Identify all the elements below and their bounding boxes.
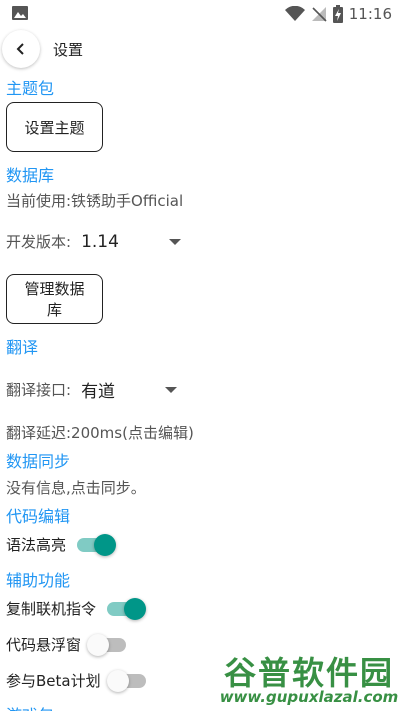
copy-online-cmd-row: 复制联机指令 [6, 596, 147, 620]
syntax-highlight-switch[interactable] [74, 532, 117, 556]
translation-api-dropdown[interactable]: 有道 [81, 377, 178, 402]
translation-delay-text[interactable]: 翻译延迟:200ms(点击编辑) [6, 422, 194, 443]
status-time: 11:16 [348, 5, 392, 23]
beta-switch[interactable] [106, 668, 149, 692]
watermark-url: www.gupuxlazal.com [219, 688, 399, 706]
toolbar: 设置 [0, 30, 400, 68]
translation-api-row: 翻译接口: 有道 [6, 377, 178, 402]
syntax-highlight-label: 语法高亮 [6, 535, 67, 554]
battery-charging-icon [332, 5, 343, 23]
section-header-code-edit: 代码编辑 [6, 507, 71, 526]
chevron-left-icon [16, 43, 24, 55]
syntax-highlight-row: 语法高亮 [6, 532, 117, 556]
switch-thumb [106, 670, 129, 692]
set-theme-button[interactable]: 设置主题 [6, 102, 103, 152]
wifi-icon [284, 6, 305, 21]
current-database-text: 当前使用:铁锈助手Official [6, 192, 184, 210]
no-signal-icon [311, 7, 327, 22]
copy-online-cmd-switch[interactable] [104, 596, 147, 620]
translation-api-label: 翻译接口: [6, 381, 72, 399]
section-header-assist: 辅助功能 [6, 571, 71, 590]
image-notification-icon [12, 6, 28, 20]
section-header-sync: 数据同步 [6, 452, 71, 471]
beta-row: 参与Beta计划 [6, 668, 149, 692]
version-row: 开发版本: 1.14 [6, 231, 181, 252]
status-bar: 11:16 [0, 0, 400, 28]
watermark: 谷普软件园 www.gupuxlazal.com [218, 646, 400, 711]
back-button[interactable] [2, 30, 40, 68]
beta-label: 参与Beta计划 [6, 671, 101, 690]
translation-api-value: 有道 [81, 382, 116, 402]
code-float-switch[interactable] [87, 632, 129, 656]
manage-database-button[interactable]: 管理数据库 [6, 274, 103, 324]
switch-thumb [94, 534, 117, 556]
section-header-game: 游戏包 [6, 702, 54, 711]
page-title: 设置 [53, 41, 84, 59]
version-label: 开发版本: [6, 233, 72, 251]
dropdown-arrow-icon [165, 386, 178, 393]
version-dropdown[interactable]: 1.14 [81, 232, 181, 252]
section-header-theme: 主题包 [6, 79, 55, 98]
switch-thumb [124, 598, 147, 620]
code-float-label: 代码悬浮窗 [6, 635, 82, 654]
dropdown-arrow-icon [168, 238, 181, 245]
switch-thumb [87, 634, 110, 656]
code-float-row: 代码悬浮窗 [6, 632, 129, 656]
section-header-translation: 翻译 [6, 338, 39, 357]
section-header-database: 数据库 [6, 166, 55, 185]
copy-online-cmd-label: 复制联机指令 [6, 599, 97, 618]
version-value: 1.14 [81, 231, 119, 252]
sync-info-text[interactable]: 没有信息,点击同步。 [6, 477, 146, 498]
